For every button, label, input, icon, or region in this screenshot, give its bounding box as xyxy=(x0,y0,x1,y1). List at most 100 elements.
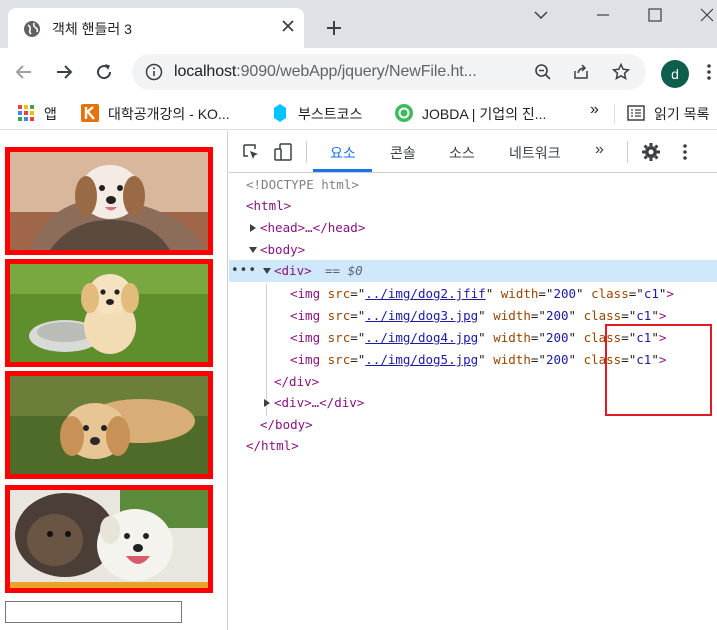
width-attr-name: width xyxy=(500,286,539,301)
src-link[interactable]: ../img/dog4.jpg xyxy=(365,330,478,345)
img-node[interactable]: <img src="../img/dog2.jfif" width="200" … xyxy=(229,283,717,305)
dog-image-4[interactable] xyxy=(5,485,213,593)
reading-list-icon xyxy=(627,105,645,121)
more-tabs-button[interactable]: » xyxy=(595,141,604,159)
maximize-icon[interactable] xyxy=(646,6,664,24)
attr-equals: =" xyxy=(350,308,366,323)
boostcourse-icon xyxy=(274,104,286,122)
profile-avatar[interactable]: d xyxy=(661,60,689,88)
collapse-triangle-icon[interactable] xyxy=(249,246,257,254)
attr-quote: " xyxy=(568,308,584,323)
class-attribute-highlight xyxy=(605,324,712,416)
div-close-tag: </div> xyxy=(274,374,320,389)
kocw-icon xyxy=(81,104,99,122)
width-attr-name: width xyxy=(493,352,531,367)
html-close-tag: </html> xyxy=(246,438,299,453)
width-attr-name: width xyxy=(493,308,531,323)
expand-triangle-icon[interactable] xyxy=(249,224,257,232)
body-close-tag: </body> xyxy=(260,417,313,432)
expand-triangle-icon[interactable] xyxy=(263,399,271,407)
url-host: localhost xyxy=(174,63,237,80)
attr-equals: =" xyxy=(628,286,644,301)
html-open-tag: <html> xyxy=(246,198,292,213)
bookmarks-bar: 앱 대학공개강의 - KO... 부스트코스 JOBDA | 기업의 진... … xyxy=(0,96,717,130)
text-input[interactable] xyxy=(5,601,182,623)
close-tab-icon[interactable] xyxy=(280,18,296,34)
head-node[interactable]: <head>…</head> xyxy=(229,217,717,239)
minimize-icon[interactable] xyxy=(594,6,612,24)
browser-tab[interactable]: 객체 핸들러 3 xyxy=(8,8,304,48)
bookmark-label: 대학공개강의 - KO... xyxy=(108,106,230,122)
class-attr-value: c1 xyxy=(636,308,652,323)
class-attr-name: class xyxy=(591,286,629,301)
bookmark-star-icon[interactable] xyxy=(612,63,630,81)
close-window-icon[interactable] xyxy=(698,6,716,24)
attr-quote: " xyxy=(478,330,494,345)
share-icon[interactable] xyxy=(572,63,590,81)
bookmark-label: 앱 xyxy=(44,106,57,122)
reload-icon[interactable] xyxy=(94,62,114,82)
attr-equals: =" xyxy=(530,330,546,345)
attr-equals: =" xyxy=(530,352,546,367)
attr-equals: =" xyxy=(621,308,637,323)
attr-equals: =" xyxy=(530,308,546,323)
more-menu-icon[interactable] xyxy=(701,62,717,82)
tab-title: 객체 핸들러 3 xyxy=(52,21,132,37)
body-open-tag: <body> xyxy=(260,242,306,257)
html-close-node[interactable]: </html> xyxy=(229,435,717,457)
back-icon[interactable] xyxy=(14,62,34,82)
attr-equals: =" xyxy=(350,352,366,367)
attr-quote: " xyxy=(576,286,592,301)
dog-image-1[interactable] xyxy=(5,147,213,255)
bookmarks-divider xyxy=(614,104,615,124)
node-actions-ellipsis[interactable]: ••• xyxy=(231,260,257,282)
html-node[interactable]: <html> xyxy=(229,195,717,217)
src-link[interactable]: ../img/dog2.jfif xyxy=(365,286,485,301)
src-link[interactable]: ../img/dog3.jpg xyxy=(365,308,478,323)
head-tag: <head>…</head> xyxy=(260,220,366,235)
overflow-chevron: » xyxy=(590,101,599,118)
src-attr-name: src xyxy=(327,286,351,301)
tab-strip: 객체 핸들러 3 xyxy=(0,0,717,48)
apps-grid-icon xyxy=(18,105,34,121)
site-info-icon[interactable] xyxy=(145,63,163,81)
settings-gear-icon[interactable] xyxy=(641,142,661,162)
devtools-toolbar: 요소 콘솔 소스 네트워크 » xyxy=(229,131,717,173)
doctype-text: <!DOCTYPE html> xyxy=(246,177,359,192)
tab-search-chevron-icon[interactable] xyxy=(532,6,550,24)
puppy-blanket-image xyxy=(10,152,208,250)
address-bar[interactable]: localhost:9090/webApp/jquery/NewFile.ht.… xyxy=(132,54,646,90)
div-node-selected[interactable]: ••• <div> == $0 xyxy=(229,260,717,282)
new-tab-icon[interactable] xyxy=(324,18,344,38)
tab-elements[interactable]: 요소 xyxy=(330,143,356,163)
url-path: :9090/webApp/jquery/NewFile.ht... xyxy=(236,63,477,80)
selected-node-marker: == $0 xyxy=(325,263,363,278)
body-close-node[interactable]: </body> xyxy=(229,414,717,436)
width-attr-value: 200 xyxy=(553,286,577,301)
dog-image-3[interactable] xyxy=(5,371,213,479)
src-link[interactable]: ../img/dog5.jpg xyxy=(365,352,478,367)
body-node[interactable]: <body> xyxy=(229,239,717,261)
toolbar-divider xyxy=(627,141,628,163)
src-attr-name: src xyxy=(327,352,351,367)
zoom-icon[interactable] xyxy=(534,63,552,81)
forward-icon[interactable] xyxy=(54,62,74,82)
tab-network[interactable]: 네트워크 xyxy=(509,143,561,163)
doctype-node[interactable]: <!DOCTYPE html> xyxy=(229,174,717,196)
devtools-menu-icon[interactable] xyxy=(677,142,693,162)
img-open-bracket: <img xyxy=(290,286,328,301)
inspect-element-icon[interactable] xyxy=(241,142,261,162)
img-open-bracket: <img xyxy=(290,352,328,367)
img-open-bracket: <img xyxy=(290,308,328,323)
bookmarks-overflow[interactable]: » xyxy=(590,101,599,121)
collapse-triangle-icon[interactable] xyxy=(263,267,271,275)
jobda-icon xyxy=(395,104,413,122)
tab-sources[interactable]: 소스 xyxy=(449,143,475,163)
dog-image-2[interactable] xyxy=(5,259,213,367)
tab-console[interactable]: 콘솔 xyxy=(390,143,416,163)
src-attr-name: src xyxy=(327,308,351,323)
device-toolbar-icon[interactable] xyxy=(273,142,293,162)
class-attr-name: class xyxy=(583,308,622,323)
attr-equals: =" xyxy=(350,286,366,301)
attr-quote: " xyxy=(478,352,494,367)
